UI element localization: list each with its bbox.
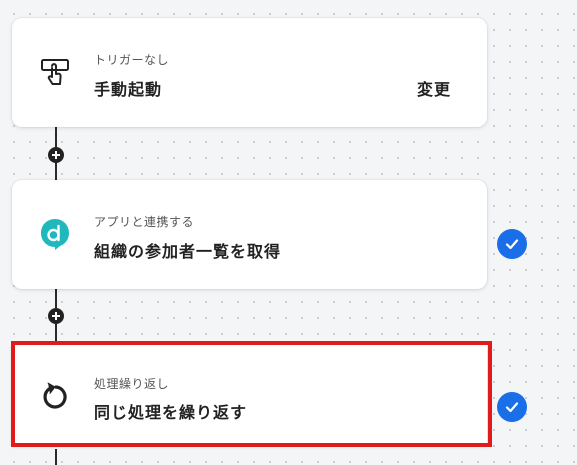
step-complete-check-icon: [497, 392, 527, 422]
step-complete-check-icon: [497, 229, 527, 259]
hand-pointer-icon: [38, 56, 72, 90]
app-d-logo-icon: [38, 217, 72, 251]
add-step-button[interactable]: [48, 147, 64, 163]
add-step-button[interactable]: [48, 308, 64, 324]
flow-step-card[interactable]: アプリと連携する 組織の参加者一覧を取得: [12, 180, 487, 289]
step-subtitle: アプリと連携する: [94, 215, 195, 229]
step-subtitle: 処理繰り返し: [94, 377, 170, 391]
flow-step-card[interactable]: トリガーなし 手動起動 変更: [12, 18, 487, 127]
step-title: 組織の参加者一覧を取得: [94, 242, 282, 261]
loop-arrow-icon: [38, 379, 72, 413]
step-title: 同じ処理を繰り返す: [94, 403, 248, 422]
step-subtitle: トリガーなし: [94, 53, 170, 67]
change-trigger-button[interactable]: 変更: [417, 76, 451, 100]
flow-step-card[interactable]: 処理繰り返し 同じ処理を繰り返す: [12, 345, 487, 445]
step-title: 手動起動: [94, 80, 163, 99]
flow-connector-line: [55, 449, 57, 465]
